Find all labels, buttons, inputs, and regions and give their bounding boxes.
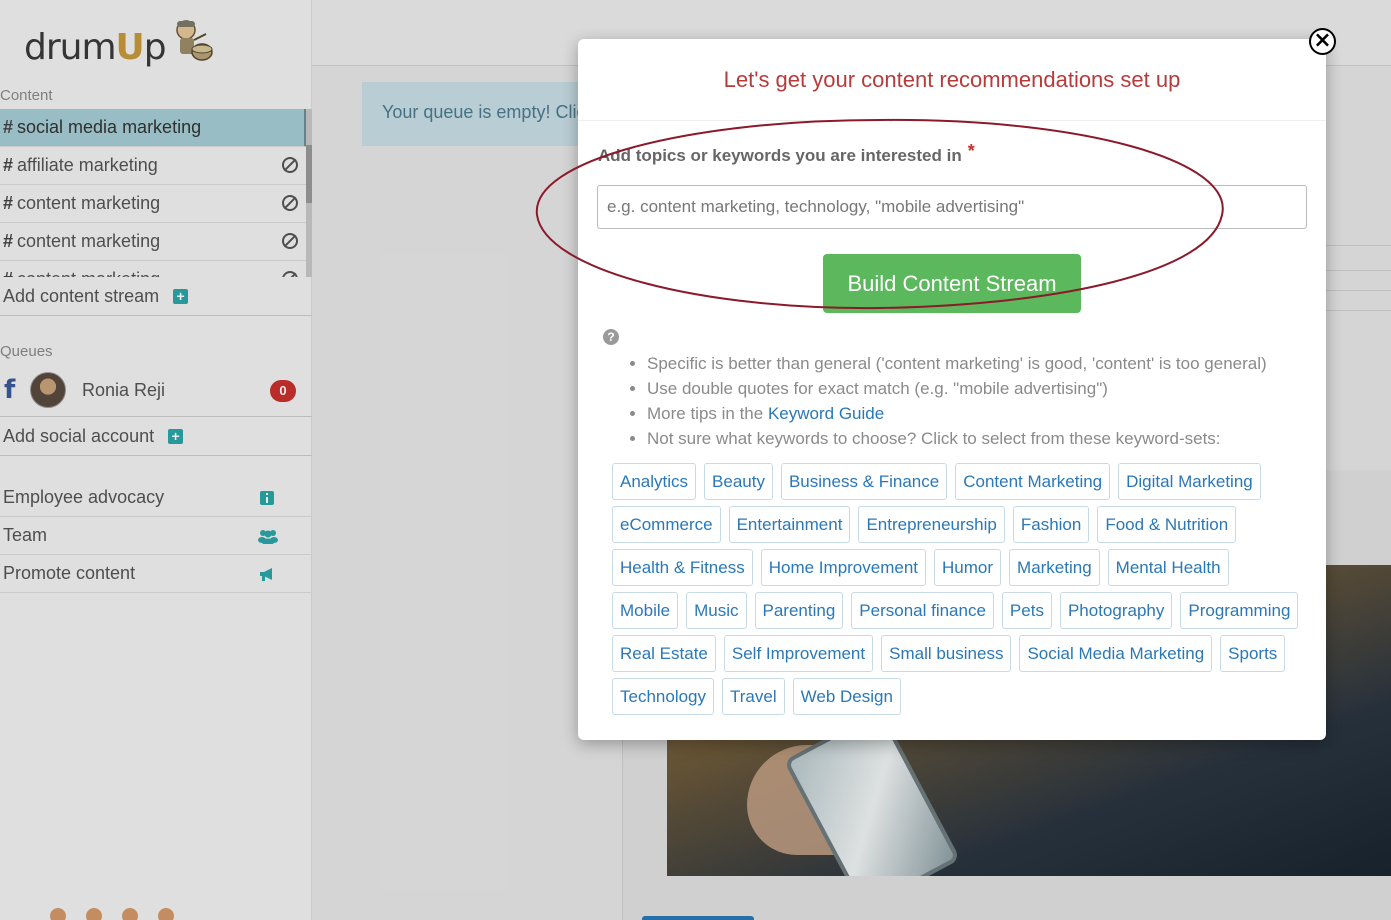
- build-content-stream-button[interactable]: Build Content Stream: [823, 254, 1081, 313]
- keyword-set-humor[interactable]: Humor: [934, 549, 1002, 586]
- keyword-set-food-nutrition[interactable]: Food & Nutrition: [1097, 506, 1237, 543]
- keyword-set-business-finance[interactable]: Business & Finance: [780, 463, 948, 500]
- tip-item: Use double quotes for exact match (e.g. …: [647, 376, 1267, 401]
- keyword-set-parenting[interactable]: Parenting: [754, 592, 844, 629]
- keyword-set-ecommerce[interactable]: eCommerce: [612, 506, 721, 543]
- help-icon[interactable]: ?: [603, 329, 619, 345]
- required-marker: *: [967, 141, 975, 161]
- keyword-set-entrepreneurship[interactable]: Entrepreneurship: [858, 506, 1005, 543]
- keyword-set-self-improvement[interactable]: Self Improvement: [723, 635, 874, 672]
- keywords-label-text: Add topics or keywords you are intereste…: [598, 146, 962, 165]
- keyword-set-programming[interactable]: Programming: [1180, 592, 1299, 629]
- tip-item: Not sure what keywords to choose? Click …: [647, 426, 1267, 451]
- keyword-set-marketing[interactable]: Marketing: [1009, 549, 1100, 586]
- keyword-set-health-fitness[interactable]: Health & Fitness: [612, 549, 753, 586]
- keyword-set-real-estate[interactable]: Real Estate: [612, 635, 716, 672]
- keyword-set-content-marketing[interactable]: Content Marketing: [955, 463, 1111, 500]
- content-recommendations-modal: Let's get your content recommendations s…: [578, 28, 1336, 740]
- keyword-set-small-business[interactable]: Small business: [881, 635, 1012, 672]
- keyword-set-travel[interactable]: Travel: [722, 678, 785, 715]
- keyword-set-mental-health[interactable]: Mental Health: [1107, 549, 1229, 586]
- keyword-set-photography[interactable]: Photography: [1059, 592, 1173, 629]
- keyword-set-pets[interactable]: Pets: [1001, 592, 1052, 629]
- tip-text: More tips in the: [647, 404, 768, 423]
- keyword-set-music[interactable]: Music: [686, 592, 747, 629]
- keyword-set-digital-marketing[interactable]: Digital Marketing: [1118, 463, 1261, 500]
- close-icon[interactable]: ×: [1309, 28, 1336, 55]
- modal-title: Let's get your content recommendations s…: [723, 66, 1181, 92]
- keyword-set-mobile[interactable]: Mobile: [612, 592, 679, 629]
- keyword-set-home-improvement[interactable]: Home Improvement: [760, 549, 927, 586]
- tips-list: Specific is better than general ('conten…: [647, 351, 1267, 451]
- keyword-set-list: Analytics Beauty Business & Finance Content…: [612, 463, 1302, 715]
- modal-header: Let's get your content recommendations s…: [578, 39, 1326, 121]
- keyword-set-sports[interactable]: Sports: [1220, 635, 1286, 672]
- keyword-set-entertainment[interactable]: Entertainment: [728, 506, 851, 543]
- keyword-set-analytics[interactable]: Analytics: [612, 463, 697, 500]
- keywords-input[interactable]: [597, 185, 1307, 229]
- keyword-set-technology[interactable]: Technology: [612, 678, 715, 715]
- keyword-set-beauty[interactable]: Beauty: [704, 463, 773, 500]
- tip-item: Specific is better than general ('conten…: [647, 351, 1267, 376]
- keyword-set-fashion[interactable]: Fashion: [1012, 506, 1090, 543]
- keyword-set-personal-finance[interactable]: Personal finance: [851, 592, 994, 629]
- keyword-set-web-design[interactable]: Web Design: [792, 678, 901, 715]
- keyword-guide-link[interactable]: Keyword Guide: [768, 404, 884, 423]
- tip-item: More tips in the Keyword Guide: [647, 401, 1267, 426]
- keywords-field-label: Add topics or keywords you are intereste…: [598, 141, 975, 166]
- keyword-set-social-media-marketing[interactable]: Social Media Marketing: [1019, 635, 1213, 672]
